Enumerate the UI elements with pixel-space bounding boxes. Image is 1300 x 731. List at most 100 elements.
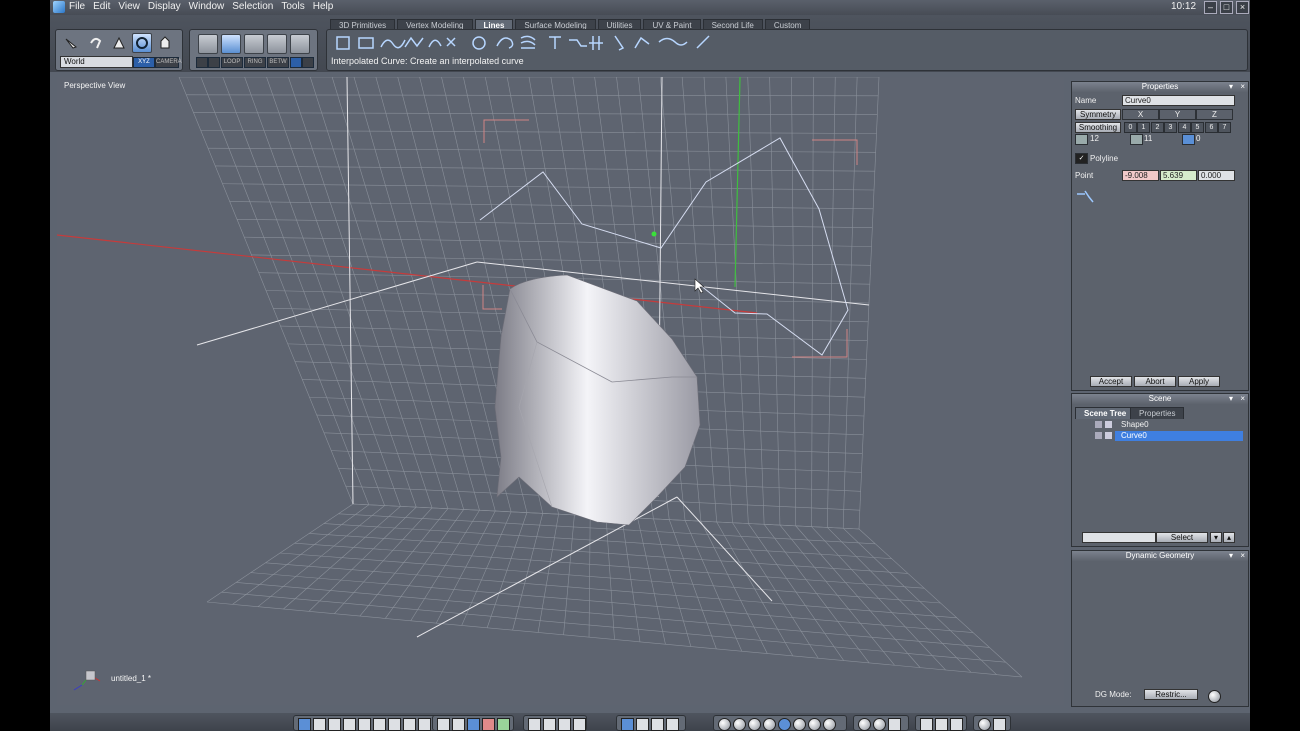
menu-edit[interactable]: Edit <box>93 1 110 12</box>
select-arrow-icon[interactable] <box>621 718 634 731</box>
zoom-fit-icon[interactable] <box>528 718 541 731</box>
symmetry-y[interactable]: Y <box>1159 109 1196 120</box>
scene-canvas[interactable] <box>57 77 1064 705</box>
zoom-icon[interactable] <box>558 718 571 731</box>
snapshot-camera-icon[interactable] <box>993 718 1006 731</box>
dg-mode-select[interactable]: Restric... <box>1144 689 1198 700</box>
pin-icon[interactable]: ▾ <box>1229 82 1233 92</box>
loop-toggle[interactable]: LOOP <box>221 57 243 68</box>
abort-button[interactable]: Abort <box>1134 376 1176 387</box>
smoothing-2[interactable]: 2 <box>1151 122 1164 133</box>
pan-icon[interactable] <box>543 718 556 731</box>
smoothing-button[interactable]: Smoothing <box>1075 122 1121 133</box>
name-field[interactable]: Curve0 <box>1122 95 1235 106</box>
edge-mode-cube-icon[interactable] <box>244 34 264 54</box>
rect-select-toggle[interactable] <box>290 57 302 68</box>
layout-four-icon[interactable] <box>373 718 386 731</box>
point-x-field[interactable]: -9.008 <box>1122 170 1159 181</box>
scene-search-field[interactable] <box>1082 532 1156 543</box>
camera-icon[interactable] <box>935 718 948 731</box>
backface-icon[interactable] <box>858 718 871 731</box>
maximize-icon[interactable]: □ <box>1220 1 1233 14</box>
line-tool-icons[interactable] <box>331 32 731 54</box>
smoothing-3[interactable]: 3 <box>1164 122 1177 133</box>
accept-button[interactable]: Accept <box>1090 376 1132 387</box>
menu-file[interactable]: File <box>69 1 85 12</box>
smoothing-7[interactable]: 7 <box>1218 122 1231 133</box>
panel-close-icon[interactable]: × <box>1240 82 1245 92</box>
camera-tool-icon[interactable] <box>156 34 174 52</box>
apply-button[interactable]: Apply <box>1178 376 1220 387</box>
camera-toggle[interactable]: CAMERA <box>155 57 182 68</box>
grid-xy-icon[interactable] <box>467 718 480 731</box>
material-mode-cube-icon[interactable] <box>290 34 310 54</box>
smooth-sphere-icon[interactable] <box>763 718 776 731</box>
lights-toggle-icon[interactable] <box>452 718 465 731</box>
dg-pin-icon[interactable]: ▾ <box>1229 551 1233 561</box>
textured-sphere-icon[interactable] <box>793 718 806 731</box>
layout-three-icon[interactable] <box>358 718 371 731</box>
close-icon[interactable]: × <box>1236 1 1249 14</box>
grid-yz-icon[interactable] <box>497 718 510 731</box>
tab-scene-properties[interactable]: Properties <box>1130 407 1185 419</box>
rotate-arrows-icon[interactable] <box>651 718 664 731</box>
shape0-mesh[interactable] <box>494 274 701 526</box>
eye-icon[interactable] <box>1105 432 1112 439</box>
layout-split-icon[interactable] <box>388 718 401 731</box>
grid-xz-icon[interactable] <box>482 718 495 731</box>
coord-system-select[interactable]: World <box>60 56 133 68</box>
tree-item-curve0[interactable]: Curve0 <box>1095 431 1243 441</box>
preview-sphere-icon[interactable] <box>978 718 991 731</box>
eye-icon[interactable] <box>1105 421 1112 428</box>
hidden-line-sphere-icon[interactable] <box>733 718 746 731</box>
pick-tool-icon[interactable] <box>62 34 80 52</box>
menu-selection[interactable]: Selection <box>232 1 273 12</box>
layout-stack-icon[interactable] <box>403 718 416 731</box>
circle-select-toggle[interactable] <box>302 57 314 68</box>
layout-custom-icon[interactable] <box>418 718 431 731</box>
tree-item-shape0[interactable]: Shape0 <box>1095 420 1239 430</box>
ring-toggle[interactable]: RING <box>244 57 266 68</box>
menu-view[interactable]: View <box>118 1 140 12</box>
render-icon[interactable] <box>950 718 963 731</box>
scroll-up-icon[interactable]: ▴ <box>1223 532 1235 543</box>
symmetry-button[interactable]: Symmetry <box>1075 109 1121 120</box>
transparent-sphere-icon[interactable] <box>808 718 821 731</box>
layout-two-h-icon[interactable] <box>328 718 341 731</box>
wireframe-sphere-icon[interactable] <box>718 718 731 731</box>
select-brush-toggle[interactable] <box>196 57 208 68</box>
select-lasso-toggle[interactable] <box>208 57 220 68</box>
menu-help[interactable]: Help <box>313 1 334 12</box>
smooth-wire-sphere-icon[interactable] <box>778 718 791 731</box>
vertex-mode-cube-icon[interactable] <box>267 34 287 54</box>
scene-pin-icon[interactable]: ▾ <box>1229 394 1233 404</box>
xray-icon[interactable] <box>873 718 886 731</box>
polyline-checkbox[interactable]: ✓ <box>1075 153 1088 164</box>
move-tool-icon[interactable] <box>86 34 104 52</box>
perspective-viewport[interactable] <box>57 77 1064 705</box>
face-mode-cube-icon[interactable] <box>221 34 241 54</box>
symmetry-x[interactable]: X <box>1122 109 1159 120</box>
xyz-toggle[interactable]: XYZ <box>133 57 155 68</box>
shadow-icon[interactable] <box>888 718 901 731</box>
menu-window[interactable]: Window <box>189 1 225 12</box>
scene-close-icon[interactable]: × <box>1240 394 1245 404</box>
symmetry-z[interactable]: Z <box>1196 109 1233 120</box>
scale-arrows-icon[interactable] <box>666 718 679 731</box>
dg-close-icon[interactable]: × <box>1240 551 1245 561</box>
lock-icon[interactable] <box>1095 421 1102 428</box>
scroll-down-icon[interactable]: ▾ <box>1210 532 1222 543</box>
tab-scene-tree[interactable]: Scene Tree <box>1075 407 1136 419</box>
move-arrows-icon[interactable] <box>636 718 649 731</box>
smoothing-5[interactable]: 5 <box>1191 122 1204 133</box>
point-y-field[interactable]: 5.639 <box>1160 170 1197 181</box>
smoothing-6[interactable]: 6 <box>1205 122 1218 133</box>
point-z-field[interactable]: 0.000 <box>1198 170 1235 181</box>
layout-quad-icon[interactable] <box>313 718 326 731</box>
menu-display[interactable]: Display <box>148 1 181 12</box>
grid-toggle-icon[interactable] <box>437 718 450 731</box>
smoothing-1[interactable]: 1 <box>1137 122 1150 133</box>
orbit-eye-icon[interactable] <box>573 718 586 731</box>
smoothing-0[interactable]: 0 <box>1124 122 1137 133</box>
light-icon[interactable] <box>920 718 933 731</box>
